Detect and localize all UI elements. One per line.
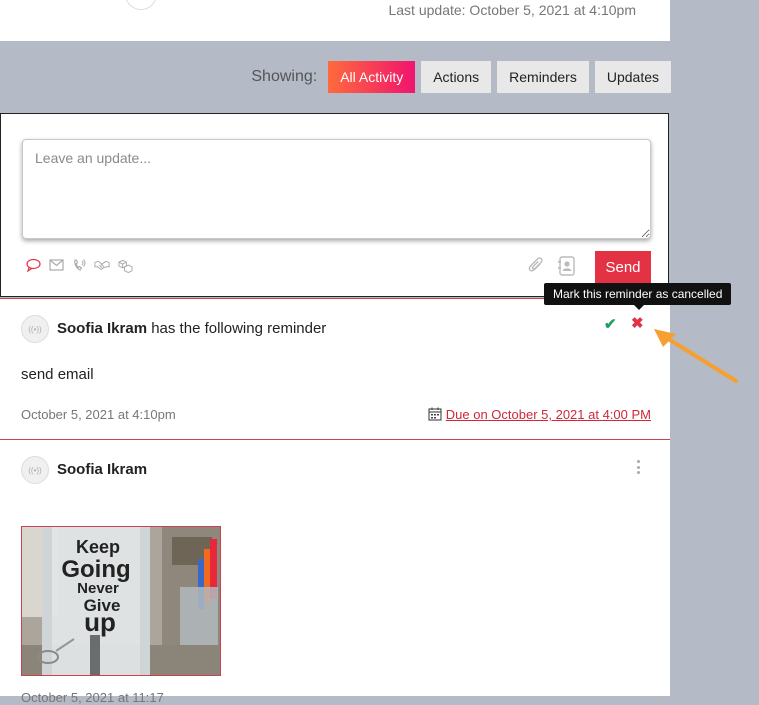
filter-updates-button[interactable]: Updates — [594, 61, 671, 93]
composer-tools — [528, 256, 576, 281]
send-button[interactable]: Send — [595, 251, 651, 284]
phone-icon[interactable] — [71, 257, 87, 273]
attached-photo[interactable]: Keep Going Never Give up — [21, 526, 221, 676]
reminder-author-line: Soofia Ikram has the following reminder — [57, 320, 326, 337]
cubes-icon[interactable] — [117, 257, 133, 273]
photo-author-line: Soofia Ikram — [57, 461, 147, 478]
header-card: Last update: October 5, 2021 at 4:10pm — [0, 0, 670, 41]
photo-activity-entry: ((•)) Soofia Ikram Keep Going Never Give… — [0, 439, 670, 705]
contact-card-icon[interactable] — [558, 256, 576, 281]
comment-icon[interactable] — [25, 257, 41, 273]
paperclip-icon[interactable] — [528, 256, 544, 281]
showing-label: Showing: — [251, 68, 318, 85]
reminder-body: send email — [21, 366, 94, 383]
avatar: ((•)) — [21, 456, 49, 484]
photo-text-line: Going — [61, 556, 130, 583]
more-options-icon[interactable] — [634, 460, 642, 474]
cancel-reminder-icon[interactable]: ✖ — [631, 314, 644, 332]
update-composer: Send — [0, 113, 669, 297]
email-icon[interactable] — [48, 257, 64, 273]
calendar-icon — [428, 407, 442, 421]
last-update-text: Last update: October 5, 2021 at 4:10pm — [388, 2, 636, 18]
update-textarea[interactable] — [22, 139, 651, 239]
reminder-activity-entry: ((•)) Soofia Ikram has the following rem… — [0, 298, 670, 439]
photo-image: Keep Going Never Give up — [22, 527, 220, 675]
activity-filter-bar: Showing: All Activity Actions Reminders … — [251, 61, 671, 93]
avatar: ((•)) — [21, 315, 49, 343]
filter-all-activity-button[interactable]: All Activity — [328, 61, 416, 93]
photo-text-line: Keep — [76, 537, 120, 557]
author-name[interactable]: Soofia Ikram — [57, 461, 147, 478]
photo-text-line: up — [84, 607, 116, 637]
photo-timestamp: October 5, 2021 at 11:17 — [21, 690, 164, 705]
complete-reminder-icon[interactable]: ✔ — [604, 315, 617, 333]
photo-text-line: Never — [77, 580, 119, 597]
cancel-reminder-tooltip: Mark this reminder as cancelled — [544, 283, 732, 310]
filter-actions-button[interactable]: Actions — [421, 61, 492, 93]
due-date-link[interactable]: Due on October 5, 2021 at 4:00 PM — [428, 407, 651, 422]
header-avatar — [125, 0, 157, 10]
reminder-timestamp: October 5, 2021 at 4:10pm — [21, 407, 176, 422]
filter-reminders-button[interactable]: Reminders — [497, 61, 589, 93]
due-date-text: Due on October 5, 2021 at 4:00 PM — [445, 407, 651, 422]
handshake-icon[interactable] — [94, 257, 110, 273]
author-name[interactable]: Soofia Ikram — [57, 320, 147, 337]
update-type-icons — [25, 257, 133, 273]
reminder-action-text: has the following reminder — [151, 320, 327, 337]
annotation-arrow — [654, 329, 738, 383]
